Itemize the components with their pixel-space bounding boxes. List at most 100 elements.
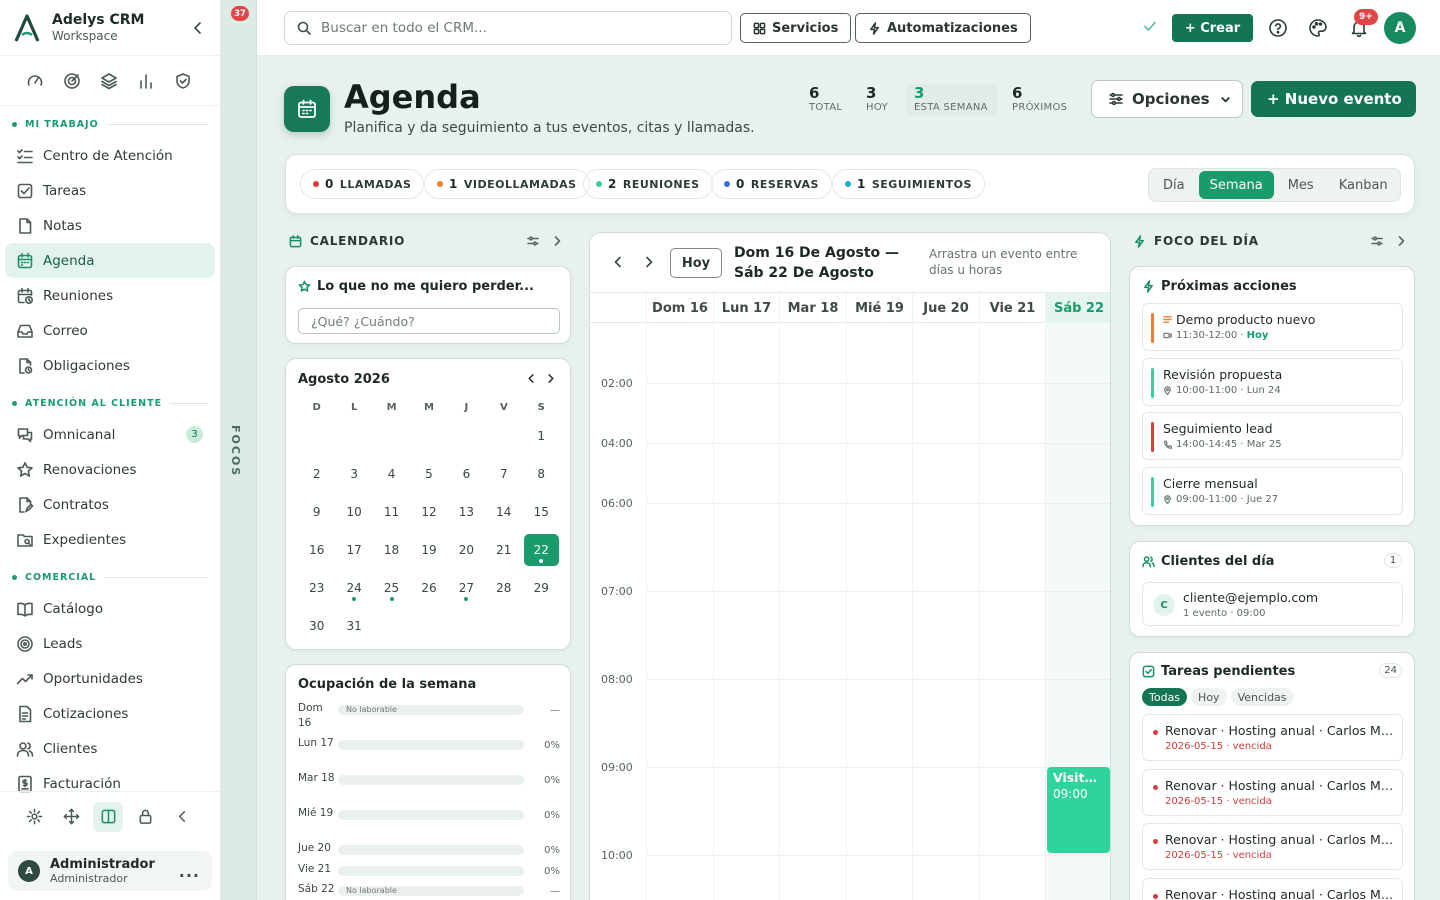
lock-icon[interactable] [130, 802, 160, 832]
task-tab-todas[interactable]: Todas [1142, 688, 1188, 706]
day-cell[interactable]: 9 [298, 496, 335, 528]
day-header[interactable]: Lun 17 [713, 293, 779, 323]
layers-icon[interactable] [100, 72, 118, 90]
automatizaciones-button[interactable]: Automatizaciones [855, 13, 1031, 43]
sliders-small-icon[interactable] [1371, 235, 1383, 247]
day-cell[interactable]: 31 [335, 610, 372, 642]
gauge-icon[interactable] [26, 72, 44, 90]
servicios-button[interactable]: Servicios [740, 13, 852, 43]
day-cell[interactable]: 5 [410, 458, 447, 490]
day-header[interactable]: Jue 20 [912, 293, 979, 323]
help-icon[interactable] [1268, 18, 1288, 38]
target-chart-icon[interactable] [63, 72, 81, 90]
day-cell[interactable]: 12 [410, 496, 447, 528]
chevron-left-icon[interactable] [190, 20, 206, 36]
next-week-icon[interactable] [642, 255, 656, 269]
next-action-item[interactable]: Seguimiento lead 14:00-14:45 · Mar 25 [1142, 412, 1403, 460]
palette-icon[interactable] [1308, 18, 1328, 38]
day-cell[interactable]: 26 [410, 572, 447, 604]
day-cell[interactable]: 24 [335, 572, 372, 604]
global-search-input[interactable]: Buscar en todo el CRM... [284, 11, 732, 45]
filter-chip-llamadas[interactable]: 0 LLAMADAS [300, 169, 425, 199]
task-tab-hoy[interactable]: Hoy [1191, 688, 1227, 706]
client-item[interactable]: C cliente@ejemplo.com 1 evento · 09:00 [1142, 582, 1403, 626]
panel-layout-icon[interactable] [93, 801, 123, 832]
day-cell[interactable]: 6 [448, 458, 485, 490]
filter-chip-reservas[interactable]: 0 RESERVAS [711, 169, 832, 199]
shield-check-icon[interactable] [174, 72, 192, 90]
user-more-menu[interactable]: ... [179, 862, 200, 881]
task-item[interactable]: Renovar · Hosting anual · Carlos Martíne… [1142, 823, 1403, 870]
day-cell[interactable]: 22 [523, 534, 559, 566]
day-cell[interactable]: 10 [335, 496, 372, 528]
day-header[interactable]: Vie 21 [979, 293, 1045, 323]
next-action-item[interactable]: Revisión propuesta 10:00-11:00 · Lun 24 [1142, 357, 1403, 406]
day-cell[interactable]: 21 [485, 534, 522, 566]
sidebar-item-agenda[interactable]: Agenda [5, 243, 215, 278]
day-cell[interactable]: 20 [448, 534, 485, 566]
sliders-small-icon[interactable] [527, 235, 539, 247]
chevron-left-collapse-icon[interactable] [167, 802, 197, 832]
user-avatar-button[interactable]: A [1384, 12, 1416, 44]
day-cell[interactable]: 25 [373, 572, 410, 604]
quick-capture-input[interactable]: ¿Qué? ¿Cuándo? [298, 308, 560, 334]
day-cell[interactable]: 15 [523, 496, 560, 528]
day-cell[interactable]: 19 [410, 534, 447, 566]
day-cell[interactable]: 14 [485, 496, 522, 528]
task-item[interactable]: Renovar · Hosting anual · Carlos Martíne… [1142, 768, 1403, 816]
sidebar-item-clientes[interactable]: Clientes [5, 731, 215, 766]
view-tab-mes[interactable]: Mes [1277, 171, 1325, 199]
day-cell[interactable]: 30 [298, 610, 335, 642]
sidebar-item-expedientes[interactable]: Expedientes [5, 522, 215, 557]
filter-chip-reuniones[interactable]: 2 REUNIONES [583, 169, 713, 199]
sidebar-item-correo[interactable]: Correo [5, 313, 215, 348]
opciones-button[interactable]: Opciones [1091, 80, 1243, 118]
filter-chip-seguimientos[interactable]: 1 SEGUIMIENTOS [832, 169, 985, 199]
chevron-right-icon[interactable] [1395, 235, 1407, 247]
chevron-left-icon[interactable] [526, 373, 537, 384]
sidebar-item-cotizaciones[interactable]: Cotizaciones [5, 696, 215, 731]
day-header[interactable]: Dom 16 [646, 293, 713, 323]
chevron-right-icon[interactable] [545, 373, 556, 384]
day-cell[interactable]: 18 [373, 534, 410, 566]
sidebar-item-leads[interactable]: Leads [5, 626, 215, 661]
day-cell[interactable]: 16 [298, 534, 335, 566]
day-cell[interactable]: 29 [523, 572, 560, 604]
sidebar-item-renovaciones[interactable]: Renovaciones [5, 452, 215, 487]
sidebar-item-tareas[interactable]: Tareas [5, 173, 215, 208]
task-tab-vencidas[interactable]: Vencidas [1230, 688, 1294, 706]
day-cell[interactable]: 2 [298, 458, 335, 490]
bar-chart-icon[interactable] [137, 72, 155, 90]
settings-gear-icon[interactable] [19, 802, 49, 832]
sidebar-item-reuniones[interactable]: Reuniones [5, 278, 215, 313]
day-cell[interactable]: 3 [335, 458, 372, 490]
day-cell[interactable]: 23 [298, 572, 335, 604]
sidebar-item-obligaciones[interactable]: Obligaciones [5, 348, 215, 383]
next-action-item[interactable]: Cierre mensual 09:00-11:00 · Jue 27 [1142, 466, 1403, 515]
user-profile-card[interactable]: A Administrador Administrador ... [8, 851, 212, 891]
sidebar-item-centro-de-atencion[interactable]: Centro de Atención [5, 138, 215, 173]
view-tab-semana[interactable]: Semana [1198, 171, 1274, 199]
move-arrows-icon[interactable] [56, 802, 86, 832]
day-cell[interactable]: 28 [485, 572, 522, 604]
day-header[interactable]: Sáb 22 [1045, 293, 1110, 323]
sidebar-item-omnicanal[interactable]: Omnicanal 3 [5, 417, 215, 452]
focos-rail[interactable]: 37 FOCOS [221, 0, 257, 900]
filter-chip-videollamadas[interactable]: 1 VIDEOLLAMADAS [424, 169, 590, 199]
task-item[interactable]: Renovar · Hosting anual · Carlos Martíne… [1142, 714, 1403, 761]
today-button[interactable]: Hoy [670, 248, 722, 278]
day-cell[interactable]: 17 [335, 534, 372, 566]
day-header[interactable]: Mié 19 [846, 293, 912, 323]
chevron-right-icon[interactable] [551, 235, 563, 247]
day-cell[interactable]: 1 [523, 420, 560, 452]
nuevo-evento-button[interactable]: + Nuevo evento [1251, 81, 1416, 117]
sidebar-item-notas[interactable]: Notas [5, 208, 215, 243]
day-cell[interactable]: 27 [448, 572, 485, 604]
calendar-event[interactable]: Visita... 09:00 [1047, 767, 1110, 853]
sidebar-item-oportunidades[interactable]: Oportunidades [5, 661, 215, 696]
crear-button[interactable]: + Crear [1172, 14, 1253, 42]
sidebar-item-catalogo[interactable]: Catálogo [5, 591, 215, 626]
view-tab-día[interactable]: Día [1152, 171, 1196, 199]
day-cell[interactable]: 7 [485, 458, 522, 490]
day-cell[interactable]: 11 [373, 496, 410, 528]
